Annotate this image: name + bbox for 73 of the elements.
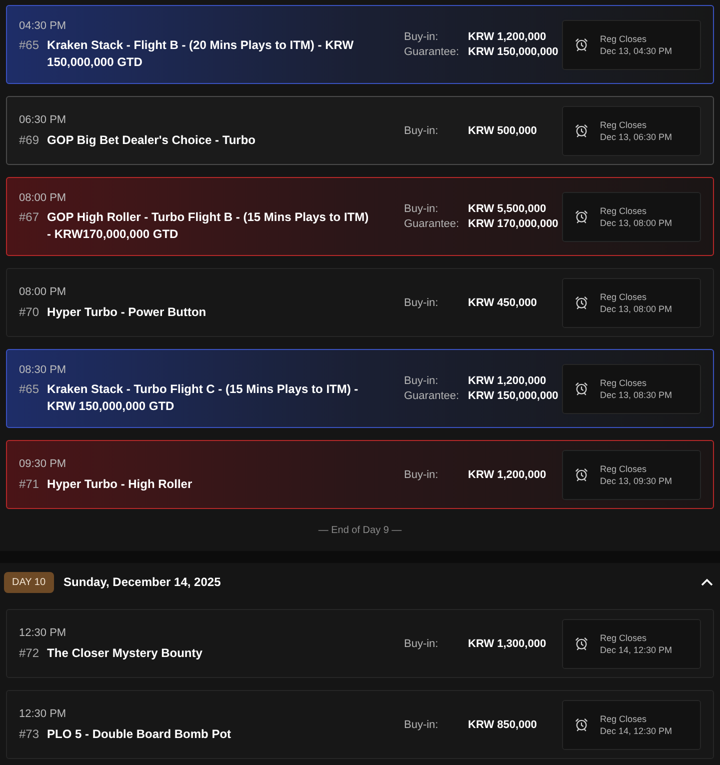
buy-in-label: Buy-in: — [404, 124, 440, 138]
alarm-clock-icon — [574, 209, 589, 224]
reg-closes-label: Reg Closes — [600, 632, 648, 644]
event-number: #71 — [19, 476, 40, 493]
buy-in-amount: KRW 500,000 — [468, 124, 538, 138]
buy-in-amount: KRW 450,000 — [468, 296, 538, 310]
event-title: Kraken Stack - Flight B - (20 Mins Plays to ITM) - KRW 150,000,000 GTD — [47, 37, 355, 72]
event-title: Hyper Turbo - Power Button — [47, 304, 208, 321]
buy-in-label: Buy-in: — [404, 374, 440, 388]
event-number: #70 — [19, 304, 40, 321]
reg-closes-label: Reg Closes — [600, 290, 648, 302]
alarm-clock-icon — [574, 295, 589, 310]
alarm-clock-icon — [574, 123, 589, 138]
event-time: 12:30 PM — [19, 626, 68, 642]
event-time: 08:00 PM — [19, 190, 68, 206]
event-number: #73 — [19, 726, 40, 743]
event-number: #67 — [19, 209, 40, 226]
event-number: #72 — [19, 644, 40, 662]
reg-closes-label: Reg Closes — [600, 32, 648, 44]
event-number: #65 — [19, 37, 40, 54]
buy-in-label: Buy-in: — [404, 636, 440, 650]
guarantee-amount: KRW 150,000,000 — [468, 389, 560, 403]
guarantee-label: Guarantee: — [404, 389, 460, 403]
guarantee-label: Guarantee: — [404, 217, 460, 231]
event-title: Hyper Turbo - High Roller — [47, 476, 194, 493]
buy-in-label: Buy-in: — [404, 468, 440, 482]
event-time: 04:30 PM — [19, 18, 68, 34]
guarantee-amount: KRW 150,000,000 — [468, 45, 560, 59]
buy-in-amount: KRW 1,200,000 — [468, 374, 548, 388]
buy-in-amount: KRW 1,200,000 — [468, 468, 548, 482]
day-date: Sunday, December 14, 2025 — [64, 574, 222, 591]
buy-in-label: Buy-in: — [404, 202, 440, 216]
buy-in-label: Buy-in: — [404, 718, 440, 732]
reg-closes-time: Dec 14, 12:30 PM — [600, 724, 672, 736]
buy-in-amount: KRW 1,200,000 — [468, 30, 548, 44]
event-title: PLO 5 - Double Board Bomb Pot — [47, 726, 232, 743]
event-time: 08:30 PM — [19, 362, 68, 378]
event-number: #65 — [19, 381, 40, 398]
alarm-clock-icon — [574, 636, 589, 651]
guarantee-amount: KRW 170,000,000 — [468, 217, 560, 231]
reg-closes-time: Dec 13, 09:30 PM — [600, 474, 672, 486]
reg-closes-time: Dec 13, 08:30 PM — [600, 388, 672, 400]
reg-closes-time: Dec 13, 04:30 PM — [600, 44, 672, 56]
alarm-clock-icon — [574, 467, 589, 482]
end-of-day-note: — End of Day 9 — — [318, 524, 402, 538]
buy-in-amount: KRW 1,300,000 — [468, 636, 548, 650]
event-time: 08:00 PM — [19, 285, 68, 300]
buy-in-amount: KRW 850,000 — [468, 718, 538, 732]
event-time: 09:30 PM — [19, 457, 68, 472]
event-number: #69 — [19, 132, 40, 149]
reg-closes-time: Dec 13, 06:30 PM — [600, 130, 672, 142]
event-time: 06:30 PM — [19, 113, 68, 128]
event-title: Kraken Stack - Turbo Flight C - (15 Mins Plays to ITM) - KRW 150,000,000 GTD — [47, 381, 360, 416]
reg-closes-label: Reg Closes — [600, 712, 648, 724]
alarm-clock-icon — [574, 37, 589, 52]
reg-closes-time: Dec 13, 08:00 PM — [600, 216, 672, 228]
reg-closes-time: Dec 13, 08:00 PM — [600, 302, 672, 314]
reg-closes-time: Dec 14, 12:30 PM — [600, 644, 672, 656]
reg-closes-label: Reg Closes — [600, 118, 648, 130]
buy-in-label: Buy-in: — [404, 296, 440, 310]
reg-closes-label: Reg Closes — [600, 376, 648, 388]
reg-closes-label: Reg Closes — [600, 204, 648, 216]
guarantee-label: Guarantee: — [404, 45, 460, 59]
buy-in-amount: KRW 5,500,000 — [468, 202, 548, 216]
event-title: The Closer Mystery Bounty — [47, 644, 204, 662]
event-title: GOP High Roller - Turbo Flight B - (15 Mins Plays to ITM) - KRW170,000,000 GTD — [47, 209, 370, 244]
reg-closes-label: Reg Closes — [600, 462, 648, 474]
alarm-clock-icon — [574, 717, 589, 732]
buy-in-label: Buy-in: — [404, 30, 440, 44]
event-title: GOP Big Bet Dealer's Choice - Turbo — [47, 132, 256, 149]
day-badge: DAY 10 — [4, 572, 54, 592]
alarm-clock-icon — [574, 381, 589, 396]
event-time: 12:30 PM — [19, 707, 68, 722]
